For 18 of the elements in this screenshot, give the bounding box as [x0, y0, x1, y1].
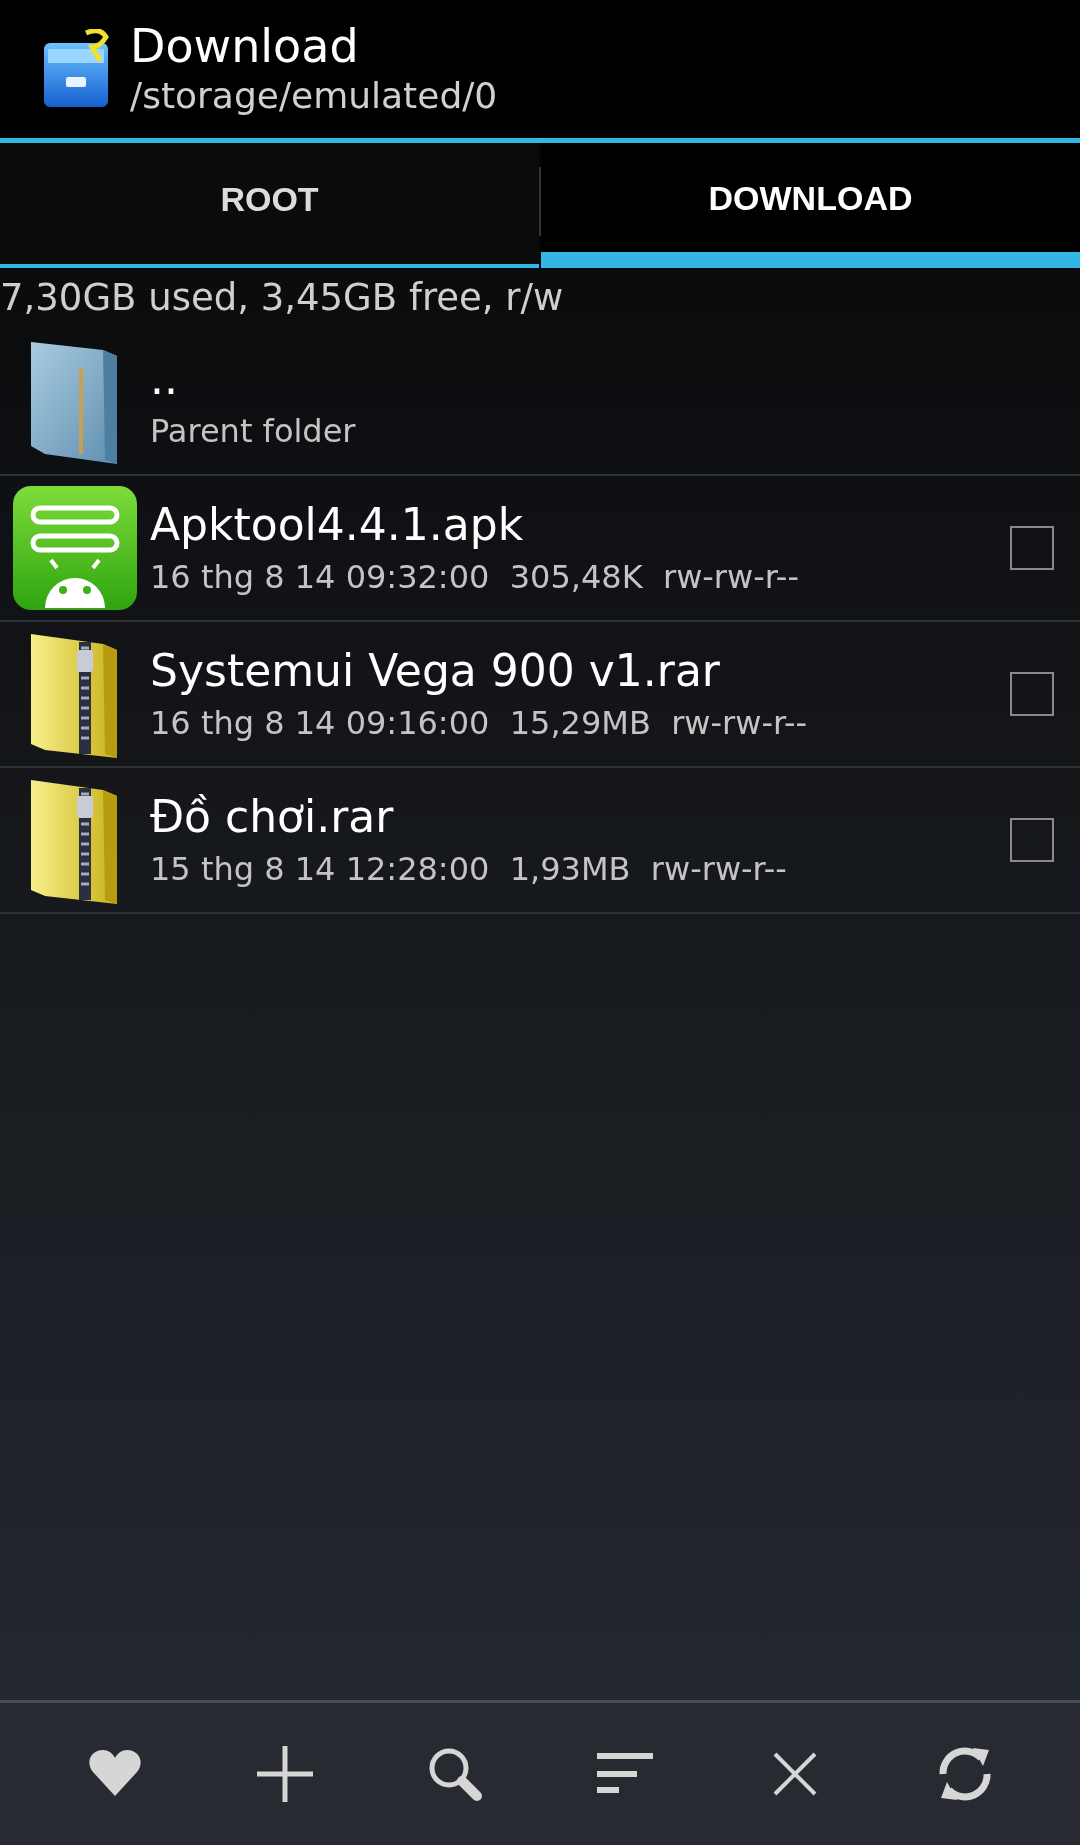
parent-folder-label: Parent folder: [150, 411, 357, 452]
checkbox[interactable]: [1010, 526, 1054, 570]
file-details: 16 thg 8 14 09:32:00 305,48K rw-rw-r--: [150, 557, 800, 598]
folder-path: /storage/emulated/0: [130, 74, 498, 118]
checkbox[interactable]: [1010, 672, 1054, 716]
apk-app-icon: [11, 484, 139, 612]
file-name[interactable]: Đồ chơi.rar: [150, 790, 1010, 844]
parent-folder-name[interactable]: ..: [150, 352, 1080, 406]
checkbox[interactable]: [1010, 818, 1054, 862]
file-details: 15 thg 8 14 12:28:00 1,93MB rw-rw-r--: [150, 849, 788, 890]
tab[interactable]: DOWNLOAD: [541, 143, 1080, 268]
file-name[interactable]: Systemui Vega 900 v1.rar: [150, 644, 1010, 698]
file-cabinet-icon: [42, 29, 112, 109]
storage-info: 7,30GB used, 3,45GB free, r/w: [0, 275, 565, 321]
tab[interactable]: ROOT: [0, 143, 539, 268]
folder-title: Download: [130, 19, 360, 73]
file-name[interactable]: Apktool4.4.1.apk: [150, 498, 1010, 552]
file-details: 16 thg 8 14 09:16:00 15,29MB rw-rw-r--: [150, 703, 809, 744]
